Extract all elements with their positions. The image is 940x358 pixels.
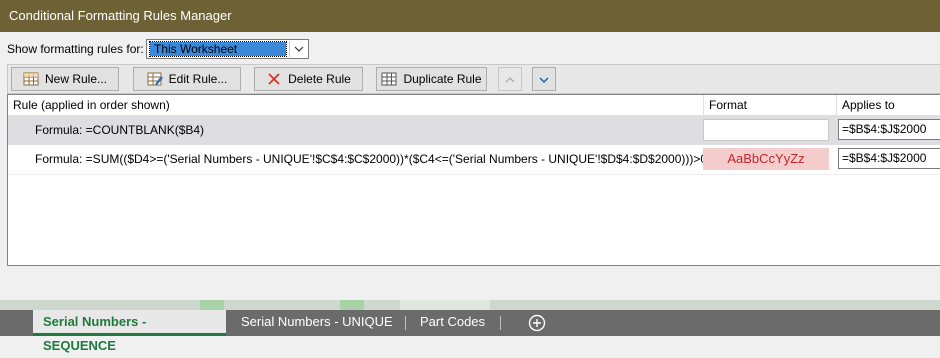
delete-rule-label: Delete Rule xyxy=(288,72,351,86)
header-applies-to[interactable]: Applies to xyxy=(837,95,940,115)
chevron-up-icon xyxy=(505,72,515,86)
show-rules-selected: This Worksheet xyxy=(149,41,287,57)
dialog-title-bar[interactable]: Conditional Formatting Rules Manager xyxy=(0,0,940,32)
rules-toolbar: New Rule... Edit Rule... Delete Rule Dup… xyxy=(7,64,940,94)
duplicate-rule-icon xyxy=(381,71,397,87)
new-rule-icon xyxy=(23,71,39,87)
edit-rule-icon xyxy=(147,71,163,87)
applies-to-field[interactable]: =$B$4:$J$2000 xyxy=(838,119,940,140)
move-up-button[interactable] xyxy=(498,67,522,91)
sheet-tab-part-codes[interactable]: Part Codes xyxy=(410,310,495,334)
duplicate-rule-button[interactable]: Duplicate Rule xyxy=(376,67,487,91)
new-rule-button[interactable]: New Rule... xyxy=(11,67,119,91)
sheet-tab-serial-numbers-sequence[interactable]: Serial Numbers - SEQUENCE xyxy=(33,310,226,353)
move-down-button[interactable] xyxy=(532,67,556,91)
show-rules-label: Show formatting rules for: xyxy=(7,42,144,56)
rule-formula: Formula: =COUNTBLANK($B4) xyxy=(35,123,205,137)
rule-formula: Formula: =SUM(($D4>=('Serial Numbers - U… xyxy=(35,152,708,166)
sheet-tab-serial-numbers-unique[interactable]: Serial Numbers - UNIQUE xyxy=(231,310,403,334)
chevron-down-icon xyxy=(539,72,549,86)
format-preview xyxy=(703,119,829,141)
duplicate-rule-label: Duplicate Rule xyxy=(403,72,482,86)
worksheet-strip xyxy=(0,300,940,310)
applies-to-field[interactable]: =$B$4:$J$2000 xyxy=(838,148,940,169)
show-rules-dropdown[interactable]: This Worksheet xyxy=(146,39,309,59)
tab-divider xyxy=(500,316,501,330)
worksheet-cell-highlight xyxy=(340,300,364,310)
sheet-tab-bar: Serial Numbers - SEQUENCE Serial Numbers… xyxy=(0,310,940,353)
show-rules-row: Show formatting rules for: xyxy=(7,38,144,60)
edit-rule-button[interactable]: Edit Rule... xyxy=(133,67,241,91)
worksheet-cell-highlight xyxy=(200,300,224,310)
rules-manager-dialog: Show formatting rules for: This Workshee… xyxy=(0,32,940,300)
header-rule[interactable]: Rule (applied in order shown) xyxy=(8,95,704,115)
rules-grid: Rule (applied in order shown) Format App… xyxy=(7,94,940,266)
new-rule-label: New Rule... xyxy=(44,72,108,86)
edit-rule-label: Edit Rule... xyxy=(168,72,228,86)
delete-rule-button[interactable]: Delete Rule xyxy=(254,67,363,91)
rules-grid-header: Rule (applied in order shown) Format App… xyxy=(8,95,940,116)
chevron-down-icon[interactable] xyxy=(289,41,307,57)
tab-divider xyxy=(405,316,406,330)
rule-row[interactable]: Formula: =SUM(($D4>=('Serial Numbers - U… xyxy=(8,145,940,175)
dialog-title: Conditional Formatting Rules Manager xyxy=(9,8,232,23)
delete-x-icon xyxy=(266,71,282,87)
rule-row[interactable]: Formula: =COUNTBLANK($B4) =$B$4:$J$2000 xyxy=(8,116,940,145)
worksheet-cell-highlight xyxy=(400,300,490,310)
header-format[interactable]: Format xyxy=(704,95,837,115)
format-preview: AaBbCcYyZz xyxy=(703,148,829,170)
add-sheet-icon[interactable] xyxy=(528,314,546,332)
